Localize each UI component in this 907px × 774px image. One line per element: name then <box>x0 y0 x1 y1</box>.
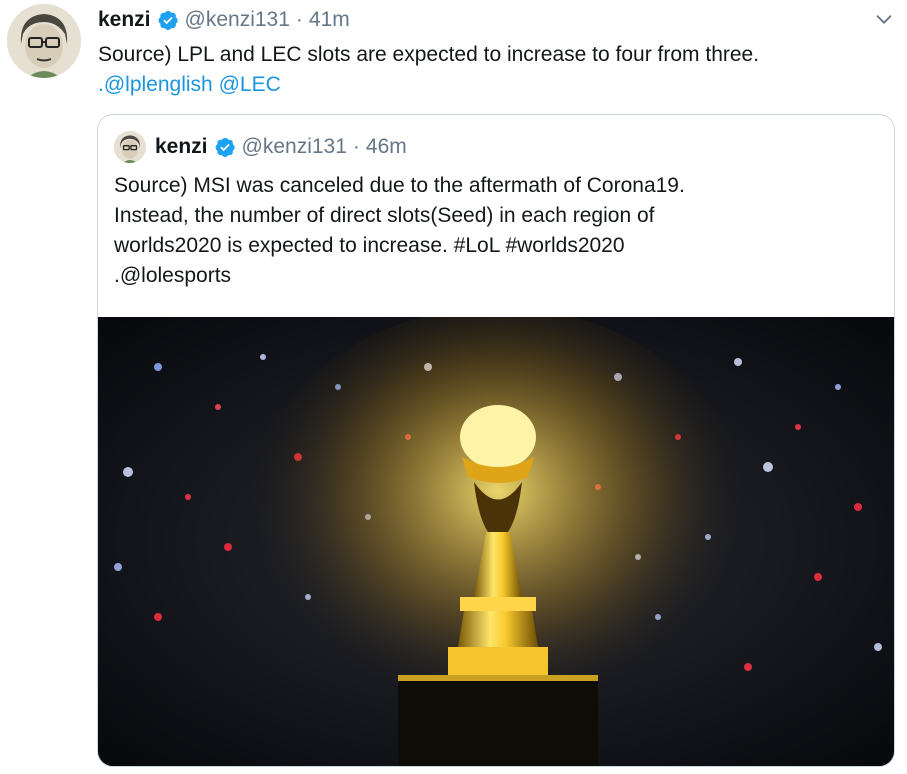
tweet-header: kenzi @kenzi131 · 41m <box>98 6 350 34</box>
separator-dot: · <box>352 135 360 158</box>
quoted-author-handle: @kenzi131 <box>241 135 347 158</box>
trophy-photo[interactable] <box>98 307 894 766</box>
tweet-mentions-line: .@lplenglish @LEC <box>98 70 898 100</box>
verified-badge-icon <box>214 136 236 158</box>
mention-lplenglish[interactable]: @lplenglish <box>104 73 213 96</box>
timestamp[interactable]: 41m <box>309 8 350 32</box>
quoted-tweet-card[interactable]: kenzi @kenzi131 · 46m Source) MSI was ca… <box>97 114 895 767</box>
quoted-text-line: Instead, the number of direct slots(Seed… <box>114 204 655 227</box>
quoted-timestamp: 46m <box>365 135 407 158</box>
quoted-text-line: Source) MSI was canceled due to the afte… <box>114 174 685 197</box>
avatar[interactable] <box>7 4 81 78</box>
separator-dot: · <box>295 8 303 31</box>
verified-badge-icon <box>157 9 179 31</box>
quoted-text-line: .@lolesports <box>114 264 232 287</box>
chevron-down-icon[interactable] <box>873 8 895 30</box>
author-name[interactable]: kenzi <box>98 8 151 32</box>
quoted-author-name: kenzi <box>155 135 208 158</box>
mention-lec[interactable]: @LEC <box>219 73 281 96</box>
author-handle[interactable]: @kenzi131 <box>185 8 290 32</box>
tweet-text-line: Source) LPL and LEC slots are expected t… <box>98 43 760 66</box>
tweet-text: Source) LPL and LEC slots are expected t… <box>98 40 898 100</box>
quoted-text-line: worlds2020 is expected to increase. #LoL… <box>114 234 625 257</box>
quoted-tweet-header: kenzi @kenzi131 · 46m <box>114 131 407 163</box>
quoted-avatar <box>114 131 146 163</box>
quoted-tweet-text: Source) MSI was canceled due to the afte… <box>114 171 874 291</box>
